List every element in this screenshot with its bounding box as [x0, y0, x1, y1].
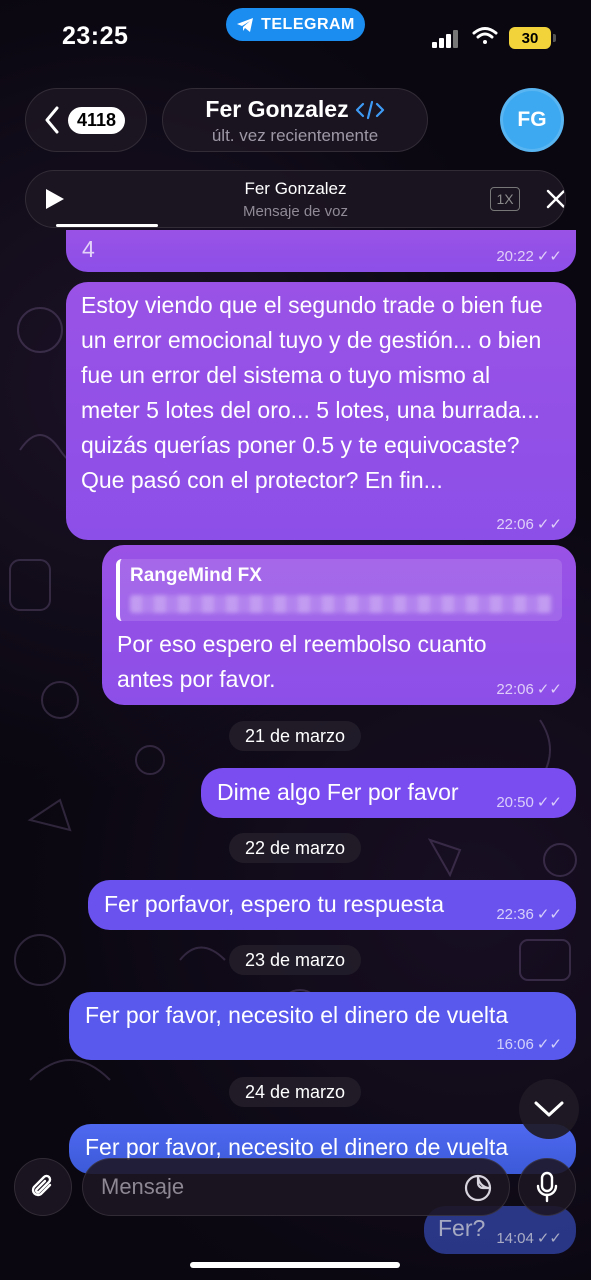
voice-record-button[interactable]: [518, 1158, 576, 1216]
read-checkmarks-icon: ✓✓: [536, 516, 562, 533]
chevron-left-icon: [45, 106, 59, 134]
cellular-signal-icon: [432, 30, 458, 48]
message-bubble[interactable]: RangeMind FX Por eso espero el reembolso…: [102, 545, 576, 705]
date-separator: 24 de marzo: [229, 1077, 361, 1107]
paperclip-icon: [31, 1174, 52, 1197]
message-text: Fer?: [438, 1215, 486, 1241]
chat-title[interactable]: Fer Gonzalez últ. vez recientemente: [162, 88, 428, 152]
message-text: Estoy viendo que el segundo trade o bien…: [81, 292, 543, 493]
date-separator: 21 de marzo: [229, 721, 361, 751]
message-bubble[interactable]: Estoy viendo que el segundo trade o bien…: [66, 282, 576, 540]
quote-author: RangeMind FX: [130, 565, 262, 586]
message-meta: 22:36 ✓✓: [496, 907, 562, 922]
reply-quote[interactable]: RangeMind FX: [116, 559, 562, 621]
voice-progress-bar: [56, 224, 159, 227]
voice-sender-name: Fer Gonzalez: [244, 179, 347, 198]
message-text: 4: [82, 236, 95, 262]
read-checkmarks-icon: ✓✓: [536, 1230, 562, 1247]
contact-name: Fer Gonzalez: [205, 96, 349, 122]
message-meta: 20:22 ✓✓: [496, 249, 562, 264]
date-separator: 23 de marzo: [229, 945, 361, 975]
telegram-plane-icon: [237, 17, 254, 32]
close-icon[interactable]: [546, 189, 566, 209]
back-button[interactable]: 4118: [25, 88, 147, 152]
message-meta: 20:50 ✓✓: [496, 795, 562, 810]
message-meta: 16:06 ✓✓: [496, 1037, 562, 1052]
date-separator: 22 de marzo: [229, 833, 361, 863]
message-input[interactable]: Mensaje: [82, 1158, 510, 1216]
read-checkmarks-icon: ✓✓: [536, 794, 562, 811]
read-checkmarks-icon: ✓✓: [536, 1036, 562, 1053]
voice-message-player[interactable]: Fer Gonzalez Mensaje de voz 1X: [25, 170, 566, 228]
message-time: 16:06: [496, 1036, 534, 1053]
scroll-to-bottom-button[interactable]: [519, 1079, 579, 1139]
contact-status: últ. vez recientemente: [211, 126, 379, 145]
message-time: 22:36: [496, 906, 534, 923]
playback-speed-button[interactable]: 1X: [490, 187, 520, 211]
read-checkmarks-icon: ✓✓: [536, 681, 562, 698]
message-text: Fer por favor, necesito el dinero de vue…: [85, 1002, 509, 1028]
attach-button[interactable]: [14, 1158, 72, 1216]
message-meta: 22:06 ✓✓: [496, 682, 562, 697]
message-time: 22:06: [496, 516, 534, 533]
message-time: 14:04: [496, 1230, 534, 1247]
status-time: 23:25: [62, 22, 129, 50]
message-text: Por eso espero el reembolso cuanto antes…: [117, 631, 487, 692]
battery-indicator: 30: [509, 27, 556, 49]
message-time: 20:50: [496, 794, 534, 811]
quote-blurred-text: [130, 595, 552, 613]
wifi-icon: [472, 27, 498, 44]
avatar[interactable]: FG: [500, 88, 564, 152]
read-checkmarks-icon: ✓✓: [536, 248, 562, 265]
message-bubble[interactable]: Dime algo Fer por favor 20:50 ✓✓: [201, 768, 576, 818]
telegram-pill-label: TELEGRAM: [261, 15, 355, 33]
message-time: 22:06: [496, 681, 534, 698]
message-bubble[interactable]: Fer por favor, necesito el dinero de vue…: [69, 992, 576, 1060]
message-input-placeholder: Mensaje: [101, 1174, 185, 1199]
unread-count-badge: 4118: [68, 106, 126, 134]
message-text: Fer porfavor, espero tu respuesta: [104, 891, 445, 917]
microphone-icon: [536, 1171, 558, 1203]
message-bubble[interactable]: 4 20:22 ✓✓: [66, 230, 576, 272]
voice-subtitle: Mensaje de voz: [242, 203, 349, 220]
status-bar: 23:25 TELEGRAM 30: [0, 0, 591, 80]
message-bubble[interactable]: Fer porfavor, espero tu respuesta 22:36 ✓…: [88, 880, 576, 930]
read-checkmarks-icon: ✓✓: [536, 906, 562, 923]
code-icon: [355, 100, 384, 119]
home-indicator: [190, 1262, 400, 1268]
sticker-icon[interactable]: [463, 1173, 493, 1203]
message-time: 20:22: [496, 248, 534, 265]
message-meta: 22:06 ✓✓: [496, 517, 562, 532]
chevron-down-icon: [534, 1101, 564, 1117]
telegram-return-pill[interactable]: TELEGRAM: [226, 8, 365, 41]
message-meta: 14:04 ✓✓: [496, 1231, 562, 1246]
message-text: Dime algo Fer por favor: [217, 779, 459, 805]
